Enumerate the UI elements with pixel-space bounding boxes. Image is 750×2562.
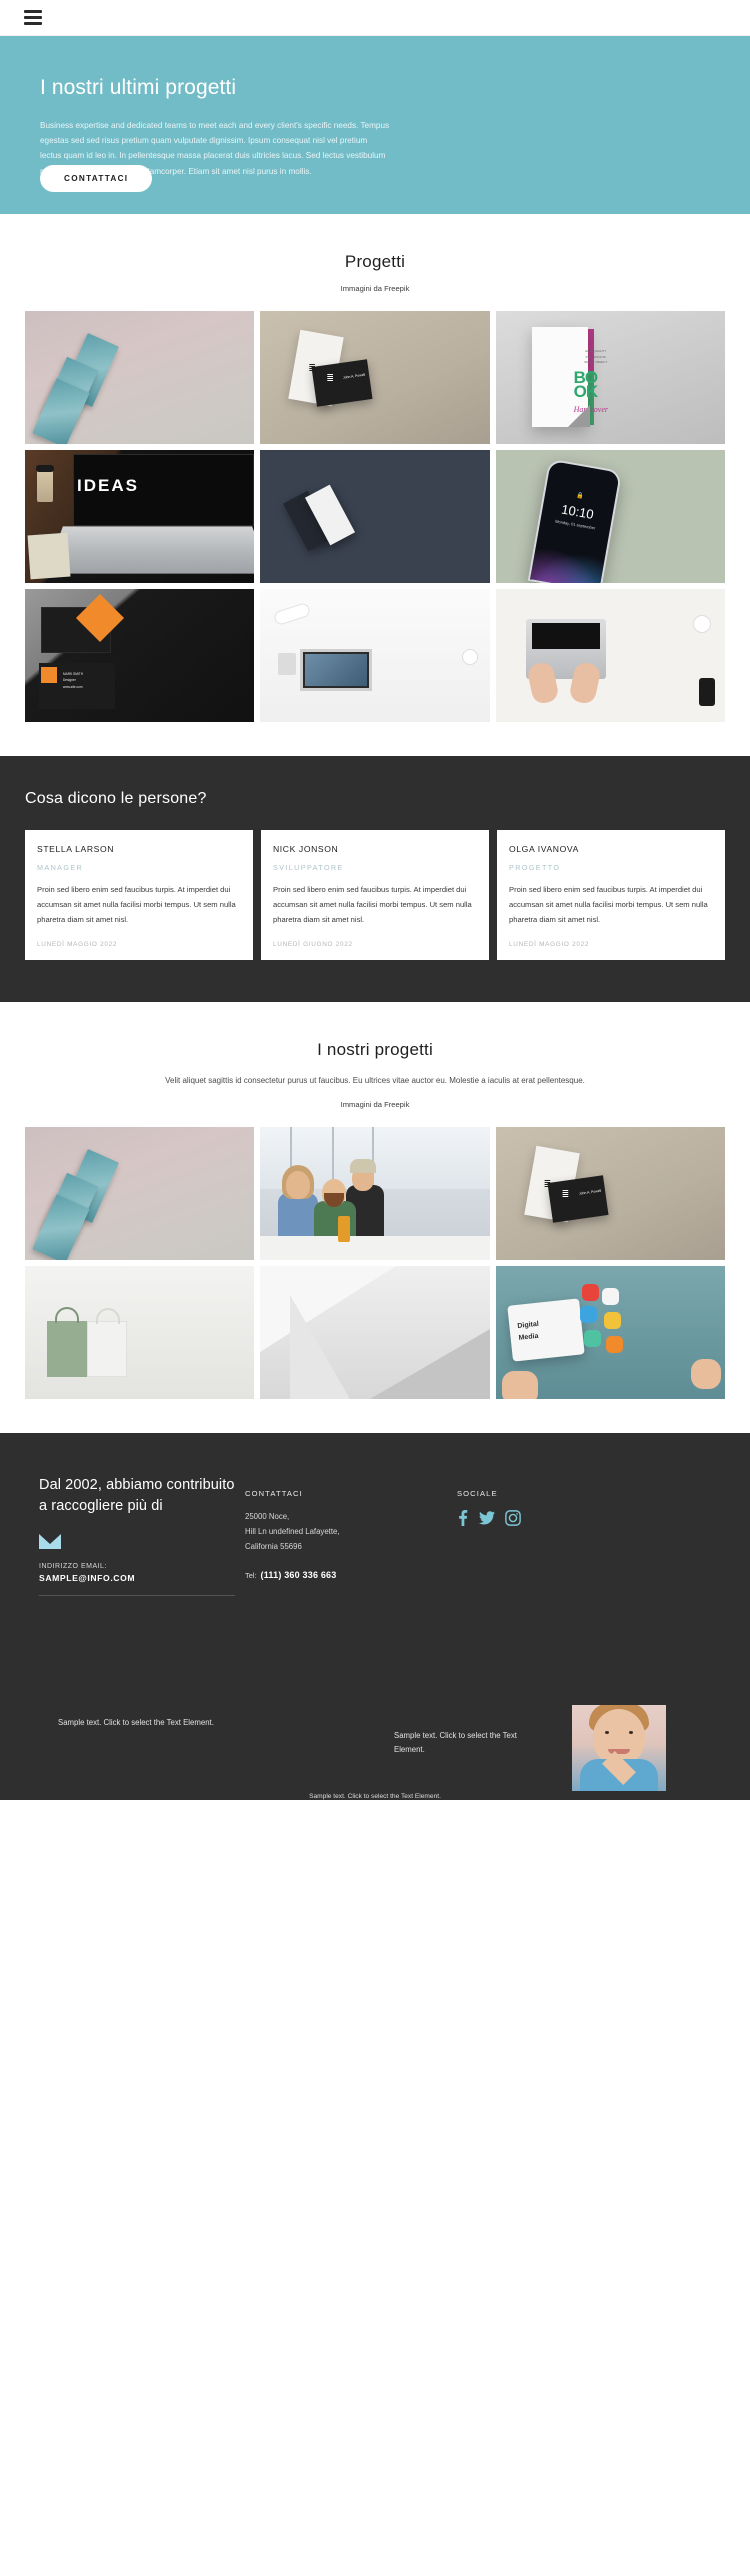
footer-avatar-image — [572, 1704, 666, 1791]
image-smartphone-mockup: 🔒 10:10 Monday, 01 september — [495, 450, 725, 583]
hero-title: I nostri ultimi progetti — [40, 76, 237, 99]
projects-section: Progetti Immagini da Freepik ≣ John A. P… — [0, 214, 750, 756]
projects-gallery: ≣ John A. Powell ≣ HIGH QUALITYPSD MOCKU… — [0, 311, 750, 722]
our-projects-credit: Immagini da Freepik — [340, 1099, 410, 1109]
testimonial-role: SVILUPPATORE — [273, 863, 344, 872]
footer-email-value[interactable]: SAMPLE@INFO.COM — [39, 1573, 235, 1583]
gallery-item-business-cards-2[interactable]: ≣ John A. Powell ≣ — [495, 1126, 725, 1260]
footer-social-column: SOCIALE — [435, 1475, 585, 1596]
hamburger-menu-icon[interactable] — [24, 10, 42, 25]
footer-sample-text-middle: Sample text. Click to select the Text El… — [394, 1730, 517, 1755]
site-footer: Dal 2002, abbiamo contribuito a raccogli… — [0, 1432, 750, 1800]
image-business-cards-mockup: ≣ John A. Powell ≣ — [260, 311, 490, 444]
our-projects-title: I nostri progetti — [317, 1040, 433, 1060]
gallery-item-ideas-laptop[interactable]: IDEAS — [25, 450, 255, 583]
testimonial-name: NICK JONSON — [273, 844, 339, 854]
gallery-item-book-hardcover[interactable]: HIGH QUALITY PSD MOCKUP SMART OBJECT BO OK H… — [495, 311, 725, 444]
hero-contact-button[interactable]: CONTATTACI — [40, 165, 153, 192]
hamburger-bar — [24, 10, 42, 13]
footer-sample-text-left: Sample text. Click to select the Text El… — [58, 1717, 214, 1727]
testimonial-date: LUNEDÌ MAGGIO 2022 — [37, 941, 118, 949]
address-line-2: Hill Ln undefined Lafayette, — [245, 1526, 340, 1536]
projects-title: Progetti — [344, 252, 406, 271]
footer-address: 25000 Noce, Hill Ln undefined Lafayette,… — [245, 1510, 435, 1554]
testimonial-card: NICK JONSON SVILUPPATORE Proin sed liber… — [261, 830, 489, 961]
footer-brand-column: Dal 2002, abbiamo contribuito a raccogli… — [25, 1475, 235, 1597]
gallery-item-business-cards[interactable]: ≣ John A. Powell ≣ — [260, 311, 490, 444]
image-book-hardcover-mockup: HIGH QUALITY PSD MOCKUP SMART OBJECT BO OK H… — [495, 311, 725, 444]
image-abstract-paper-fold — [260, 1265, 490, 1399]
testimonial-date: LUNEDÌ MAGGIO 2022 — [509, 941, 590, 949]
top-navigation-bar — [0, 0, 750, 36]
testimonial-date: LUNEDÌ GIUGNO 2022 — [273, 941, 353, 949]
gallery-item-orange-branding[interactable]: MARK SMITH Designer www.site.com — [25, 589, 255, 722]
gallery-item-desk-workspace[interactable] — [260, 589, 490, 722]
footer-email-label: INDIRIZZO EMAIL: — [39, 1563, 107, 1571]
footer-contact-title: CONTATTACI — [245, 1488, 303, 1498]
gallery-item-typing-laptop[interactable] — [495, 589, 725, 722]
image-shopping-bags-mockup — [25, 1265, 255, 1399]
image-team-meeting — [260, 1126, 490, 1260]
testimonial-role: PROGETTO — [509, 863, 561, 872]
image-digital-media-tablet: Digital Media — [495, 1265, 725, 1399]
telephone-value[interactable]: (111) 360 336 663 — [261, 1570, 337, 1580]
footer-telephone: Tel: (111) 360 336 663 — [245, 1570, 435, 1580]
gallery-item-book-covers[interactable] — [25, 311, 255, 444]
image-book-covers-mockup — [25, 311, 255, 444]
image-typing-on-laptop — [495, 589, 725, 722]
address-line-1: 25000 Noce, — [245, 1511, 290, 1521]
projects-credit: Immagini da Freepik — [340, 284, 410, 293]
testimonial-name: STELLA LARSON — [37, 844, 115, 854]
image-business-cards-mockup: ≣ John A. Powell ≣ — [495, 1126, 725, 1260]
testimonial-card: OLGA IVANOVA PROGETTO Proin sed libero e… — [497, 830, 725, 961]
footer-social-title: SOCIALE — [457, 1488, 498, 1498]
testimonial-role: MANAGER — [37, 863, 84, 872]
gallery-item-shopping-bags[interactable] — [25, 1265, 255, 1399]
instagram-icon[interactable] — [505, 1510, 521, 1526]
footer-sample-text-bottom: Sample text. Click to select the Text El… — [309, 1792, 441, 1800]
telephone-label: Tel: — [245, 1571, 257, 1581]
image-dark-business-cards — [260, 450, 490, 583]
testimonial-text: Proin sed libero enim sed faucibus turpi… — [37, 885, 236, 924]
social-links — [457, 1509, 585, 1526]
hamburger-bar — [24, 22, 42, 25]
footer-contact-column: CONTATTACI 25000 Noce, Hill Ln undefined… — [235, 1475, 435, 1596]
testimonial-name: OLGA IVANOVA — [509, 844, 579, 854]
gallery-item-team-meeting[interactable] — [260, 1126, 490, 1260]
image-ideas-laptop: IDEAS — [25, 450, 255, 583]
hamburger-bar — [24, 16, 42, 19]
address-line-3: California 55696 — [245, 1541, 302, 1551]
footer-columns: Dal 2002, abbiamo contribuito a raccogli… — [25, 1475, 725, 1597]
gallery-item-book-covers-2[interactable] — [25, 1126, 255, 1260]
testimonials-section: Cosa dicono le persone? STELLA LARSON MA… — [0, 756, 750, 1003]
gallery-item-digital-media-tablet[interactable]: Digital Media — [495, 1265, 725, 1399]
gallery-item-dark-cards[interactable] — [260, 450, 490, 583]
envelope-icon — [39, 1534, 61, 1550]
image-white-desk-workspace — [260, 589, 490, 722]
hero-section: I nostri ultimi progetti Business expert… — [0, 36, 750, 214]
image-orange-branding-cards: MARK SMITH Designer www.site.com — [25, 589, 255, 722]
footer-heading: Dal 2002, abbiamo contribuito a raccogli… — [39, 1476, 235, 1514]
testimonials-grid: STELLA LARSON MANAGER Proin sed libero e… — [25, 830, 725, 961]
twitter-icon[interactable] — [479, 1510, 495, 1526]
testimonial-text: Proin sed libero enim sed faucibus turpi… — [509, 885, 708, 924]
testimonial-text: Proin sed libero enim sed faucibus turpi… — [273, 885, 472, 924]
gallery-item-paper-fold[interactable] — [260, 1265, 490, 1399]
our-projects-gallery: ≣ John A. Powell ≣ DigitalMedia — [0, 1126, 750, 1399]
facebook-icon[interactable] — [457, 1509, 469, 1526]
image-book-covers-mockup — [25, 1126, 255, 1260]
our-projects-section: I nostri progetti Velit aliquet sagittis… — [0, 1002, 750, 1433]
our-projects-subtitle: Velit aliquet sagittis id consectetur pu… — [165, 1076, 585, 1086]
footer-divider — [39, 1595, 235, 1597]
gallery-item-phone-mockup[interactable]: 🔒 10:10 Monday, 01 september — [495, 450, 725, 583]
testimonials-title: Cosa dicono le persone? — [25, 790, 207, 807]
testimonial-card: STELLA LARSON MANAGER Proin sed libero e… — [25, 830, 253, 961]
